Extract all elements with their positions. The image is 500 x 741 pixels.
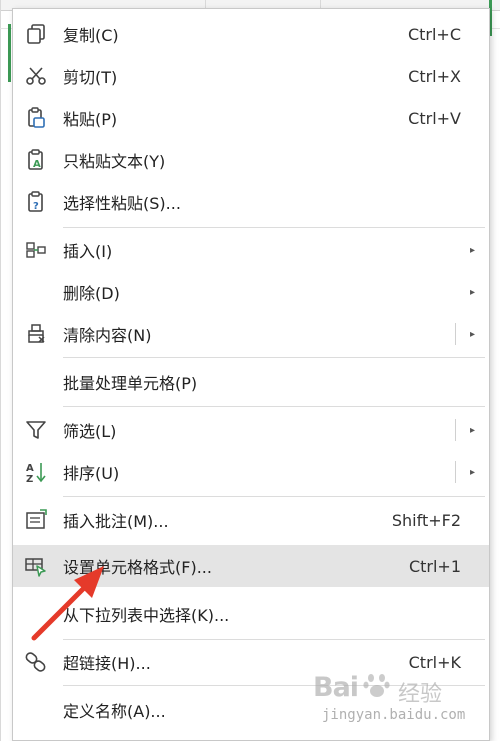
watermark-text: 经验	[398, 682, 443, 707]
paw-icon	[363, 674, 390, 697]
watermark-url: jingyan.baidu.com	[322, 707, 466, 723]
annotation-arrow	[31, 566, 104, 641]
baidu-watermark-logo: Bai	[313, 672, 359, 703]
